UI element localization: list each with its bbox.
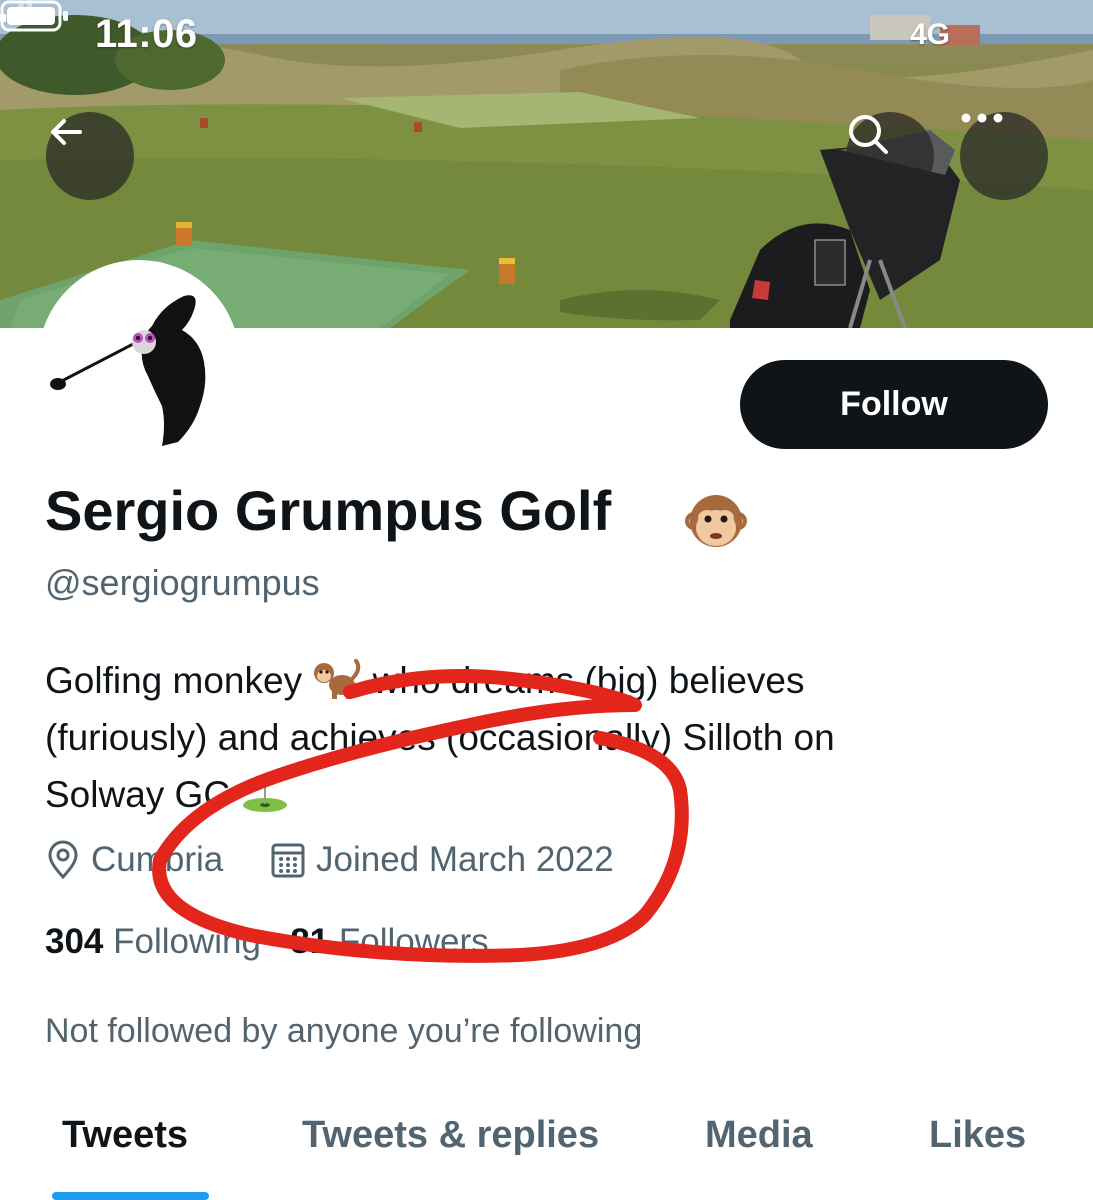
bio-text: who dreams (big) believes (372, 660, 805, 701)
bio-line-1: Golfing monkey who dreams (big) believes (45, 652, 835, 709)
status-time: 11:06 (95, 12, 198, 56)
followers-link[interactable]: 81 Followers (290, 922, 488, 961)
profile-handle: @sergiogrumpus (45, 562, 320, 603)
location-item: Cumbria (45, 840, 223, 880)
tab-likes[interactable]: Likes (929, 1114, 1026, 1157)
profile-bio: Golfing monkey who dreams (big) believes… (45, 652, 835, 823)
following-count: 304 (45, 922, 104, 961)
profile-page: 11:06 4G Follow Sergio Grumpus Golf @ser… (0, 0, 1093, 1200)
search-button[interactable] (846, 112, 934, 200)
golfer-silhouette-icon (44, 266, 234, 456)
display-name: Sergio Grumpus Golf (45, 479, 612, 542)
battery-icon (0, 0, 68, 32)
back-button[interactable] (46, 112, 134, 200)
see-no-evil-monkey-face-icon (685, 495, 747, 547)
followers-count: 81 (290, 922, 330, 961)
calendar-icon (271, 843, 305, 878)
active-tab-indicator (52, 1192, 209, 1200)
bio-text: Solway GC (45, 774, 231, 815)
joined-item: Joined March 2022 (270, 840, 614, 880)
tab-tweets[interactable]: Tweets (62, 1114, 188, 1157)
profile-avatar[interactable] (38, 260, 240, 462)
more-button[interactable] (960, 112, 1048, 200)
search-icon (849, 115, 888, 154)
more-horizontal-icon (961, 113, 1003, 123)
location-text: Cumbria (91, 840, 224, 879)
follow-stats: 304 Following 81 Followers (45, 922, 489, 962)
bio-text: Golfing monkey (45, 660, 303, 701)
profile-tabs: Tweets Tweets & replies Media Likes (0, 1100, 1093, 1200)
location-pin-icon (48, 840, 78, 880)
arrow-left-icon (51, 119, 82, 145)
following-link[interactable]: 304 Following (45, 922, 261, 961)
flag-in-hole-icon (243, 777, 288, 812)
bio-line-3: Solway GC (45, 766, 835, 823)
not-followed-notice: Not followed by anyone you’re following (45, 1012, 643, 1050)
joined-text: Joined March 2022 (316, 840, 614, 879)
followers-label: Followers (338, 922, 489, 961)
status-bar: 11:06 4G (0, 0, 1093, 70)
follow-button[interactable]: Follow (740, 360, 1048, 449)
following-label: Following (113, 922, 261, 961)
network-type: 4G (910, 18, 951, 51)
monkey-icon (314, 659, 361, 699)
tab-media[interactable]: Media (705, 1114, 813, 1157)
bio-line-2: (furiously) and achieves (occasionally) … (45, 717, 835, 758)
tab-tweets-and-replies[interactable]: Tweets & replies (302, 1114, 599, 1157)
